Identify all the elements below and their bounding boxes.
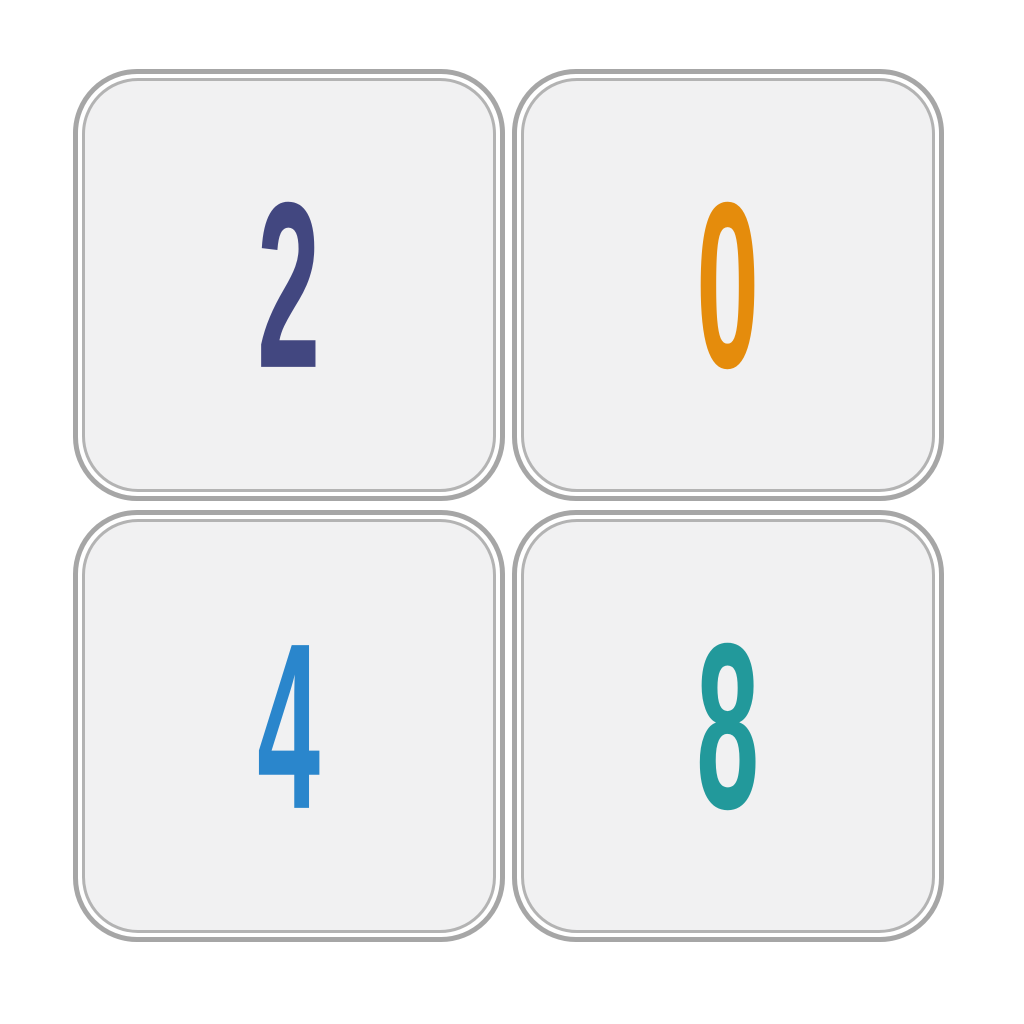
tile-digit: 0	[696, 152, 760, 418]
tile-digit: 8	[696, 593, 760, 859]
tile-digit-2: 2	[73, 69, 505, 501]
tile-face: 8	[521, 519, 935, 933]
tile-digit: 2	[257, 152, 321, 418]
digit-tile-grid: 2 0 4 8	[0, 0, 1024, 1024]
tile-digit-8: 8	[512, 510, 944, 942]
tile-face: 4	[82, 519, 496, 933]
tile-digit-0: 0	[512, 69, 944, 501]
tile-digit-4: 4	[73, 510, 505, 942]
tile-face: 2	[82, 78, 496, 492]
tile-digit: 4	[257, 593, 321, 859]
tile-face: 0	[521, 78, 935, 492]
